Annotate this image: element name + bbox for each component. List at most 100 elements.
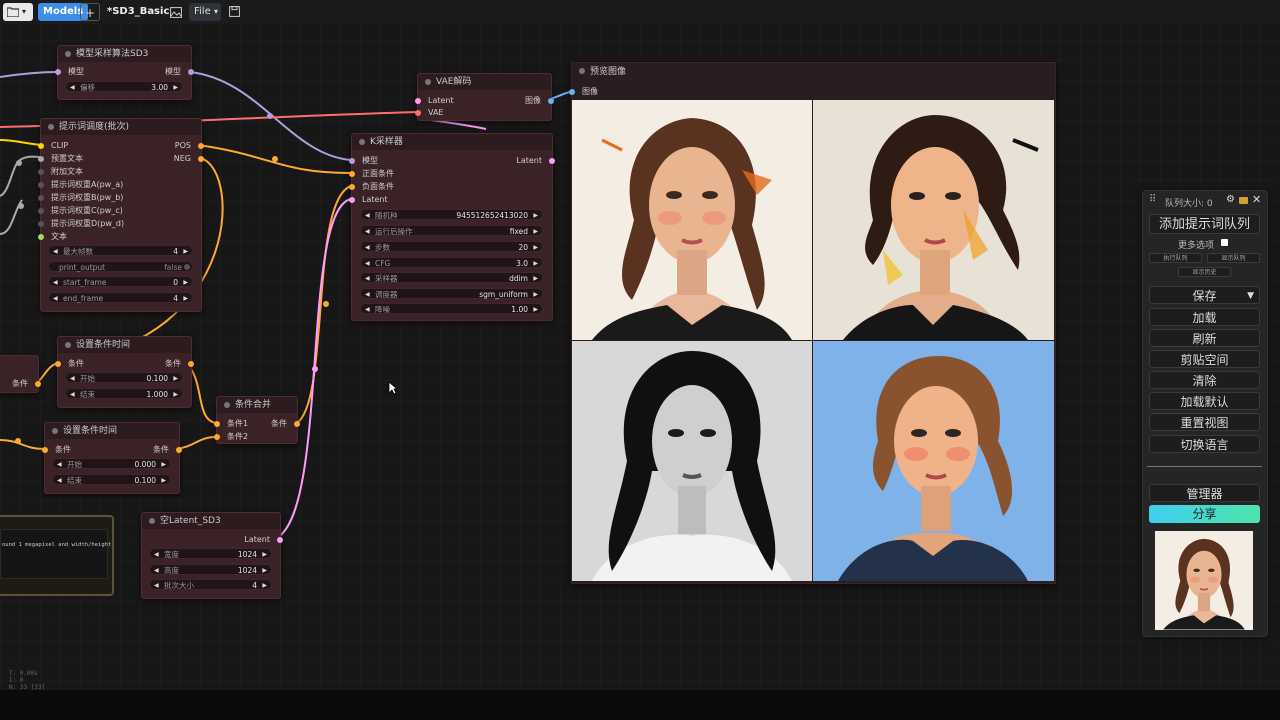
- input-pw-a[interactable]: 提示词权重A(pw_a): [38, 179, 123, 191]
- load-default-button[interactable]: 加载默认: [1149, 392, 1260, 410]
- decrement-arrow-icon[interactable]: ◀: [154, 549, 159, 560]
- batch-size-widget[interactable]: ◀ 批次大小 4 ▶: [149, 579, 272, 590]
- increment-arrow-icon[interactable]: ▶: [173, 389, 178, 400]
- denoise-widget[interactable]: ◀ 降噪 1.00 ▶: [360, 303, 543, 314]
- decrement-arrow-icon[interactable]: ◀: [365, 304, 370, 315]
- chevron-down-icon[interactable]: ▼: [1247, 287, 1254, 305]
- empty-latent-sd3-node[interactable]: 空Latent_SD3 Latent ◀ 宽度 1024 ▶ ◀ 高度 1024 ▶ ◀ 批次…: [141, 512, 283, 599]
- input-clip[interactable]: CLIP: [38, 140, 68, 152]
- output-image[interactable]: 图像: [525, 95, 554, 107]
- node-title[interactable]: 预览图像: [572, 63, 1055, 81]
- output-pos[interactable]: POS: [175, 140, 204, 152]
- output-conditioning[interactable]: 条件: [153, 444, 182, 456]
- end-widget[interactable]: ◀ 结束 1.000 ▶: [65, 388, 183, 399]
- reset-view-button[interactable]: 重置视图: [1149, 413, 1260, 431]
- input-conditioning[interactable]: 条件: [55, 358, 84, 370]
- node-title[interactable]: 提示词调度(批次): [41, 119, 201, 135]
- input-positive[interactable]: 正面条件: [349, 168, 394, 180]
- decrement-arrow-icon[interactable]: ◀: [70, 389, 75, 400]
- node-title[interactable]: VAE解码: [418, 74, 551, 90]
- input-image[interactable]: 图像: [569, 86, 598, 98]
- save-icon[interactable]: [227, 3, 243, 21]
- node-title[interactable]: K采样器: [352, 134, 552, 150]
- steps-widget[interactable]: ◀ 步数 20 ▶: [360, 241, 543, 252]
- increment-arrow-icon[interactable]: ▶: [533, 210, 538, 221]
- input-text[interactable]: 文本: [38, 231, 67, 243]
- gear-icon[interactable]: ⚙: [1226, 194, 1235, 205]
- decrement-arrow-icon[interactable]: ◀: [365, 210, 370, 221]
- node-title[interactable]: 空Latent_SD3: [142, 513, 280, 529]
- decrement-arrow-icon[interactable]: ◀: [365, 258, 370, 269]
- increment-arrow-icon[interactable]: ▶: [533, 242, 538, 253]
- increment-arrow-icon[interactable]: ▶: [262, 580, 267, 591]
- preview-image-1[interactable]: [572, 100, 812, 340]
- increment-arrow-icon[interactable]: ▶: [533, 226, 538, 237]
- node-title[interactable]: 条件合并: [217, 397, 297, 413]
- latest-preview-thumbnail[interactable]: [1155, 531, 1253, 630]
- input-negative[interactable]: 负面条件: [349, 181, 394, 193]
- model-sampling-sd3-node[interactable]: 模型采样算法SD3 模型 模型 ◀ 偏移 3.00 ▶: [55, 45, 194, 100]
- node-title[interactable]: 模型采样算法SD3: [58, 46, 191, 62]
- decrement-arrow-icon[interactable]: ◀: [53, 246, 58, 257]
- print-output-toggle[interactable]: print_output false: [48, 261, 193, 272]
- output-conditioning[interactable]: 条件: [165, 358, 194, 370]
- queue-menu-panel[interactable]: ⠿ 队列大小: 0 ⚙ ✕ 添加提示词队列 更多选项 执行队列 显示队列 显示历…: [1142, 190, 1268, 637]
- increment-arrow-icon[interactable]: ▶: [183, 277, 188, 288]
- input-conditioning-1[interactable]: 条件1: [214, 418, 248, 430]
- drag-handle-icon[interactable]: ⠿: [1149, 194, 1156, 205]
- decrement-arrow-icon[interactable]: ◀: [365, 289, 370, 300]
- share-button[interactable]: 分享: [1149, 505, 1260, 523]
- increment-arrow-icon[interactable]: ▶: [161, 459, 166, 470]
- execute-queue-button[interactable]: 执行队列: [1149, 253, 1202, 263]
- increment-arrow-icon[interactable]: ▶: [533, 289, 538, 300]
- show-history-button[interactable]: 显示历史: [1178, 267, 1231, 277]
- output-conditioning[interactable]: 条件: [271, 418, 300, 430]
- save-button[interactable]: 保存 ▼: [1149, 286, 1260, 304]
- partial-node-left[interactable]: 条件: [0, 355, 41, 393]
- input-latent[interactable]: Latent: [415, 95, 454, 107]
- manager-button[interactable]: 管理器: [1149, 484, 1260, 502]
- input-app-text[interactable]: 附加文本: [38, 166, 83, 178]
- file-menu-button[interactable]: File ▾: [189, 3, 221, 21]
- decrement-arrow-icon[interactable]: ◀: [154, 580, 159, 591]
- input-conditioning-2[interactable]: 条件2: [214, 431, 248, 443]
- add-prompt-queue-button[interactable]: 添加提示词队列: [1149, 214, 1260, 234]
- decrement-arrow-icon[interactable]: ◀: [53, 277, 58, 288]
- end-widget[interactable]: ◀ 结束 0.100 ▶: [52, 474, 171, 485]
- input-conditioning[interactable]: 条件: [42, 444, 71, 456]
- image-icon[interactable]: [168, 3, 184, 21]
- control-after-generate-widget[interactable]: ◀ 运行后操作 fixed ▶: [360, 225, 543, 236]
- decrement-arrow-icon[interactable]: ◀: [154, 565, 159, 576]
- vae-decode-node[interactable]: VAE解码 Latent VAE 图像: [415, 73, 554, 121]
- text-area-node[interactable]: ound 1 megapixel and width/height: [0, 515, 114, 596]
- clear-button[interactable]: 清除: [1149, 371, 1260, 389]
- node-title[interactable]: 设置条件时间: [58, 337, 191, 353]
- show-queue-button[interactable]: 显示队列: [1207, 253, 1260, 263]
- decrement-arrow-icon[interactable]: ◀: [57, 475, 62, 486]
- conditioning-combine-node[interactable]: 条件合并 条件1 条件2 条件: [214, 396, 300, 444]
- image-gallery-icon[interactable]: [1239, 197, 1248, 204]
- output-latent[interactable]: Latent: [516, 155, 555, 167]
- increment-arrow-icon[interactable]: ▶: [173, 82, 178, 93]
- text-area[interactable]: ound 1 megapixel and width/height: [0, 529, 111, 579]
- input-model[interactable]: 模型: [349, 155, 378, 167]
- end-frame-widget[interactable]: ◀ end_frame 4 ▶: [48, 292, 193, 303]
- node-title[interactable]: 设置条件时间: [45, 423, 179, 439]
- decrement-arrow-icon[interactable]: ◀: [365, 226, 370, 237]
- ksampler-node[interactable]: K采样器 模型 正面条件 负面条件 Latent Latent ◀ 随机种 9455…: [349, 133, 555, 321]
- preview-image-node[interactable]: 预览图像 图像: [569, 62, 1056, 584]
- increment-arrow-icon[interactable]: ▶: [183, 293, 188, 304]
- increment-arrow-icon[interactable]: ▶: [183, 246, 188, 257]
- increment-arrow-icon[interactable]: ▶: [533, 273, 538, 284]
- decrement-arrow-icon[interactable]: ◀: [53, 293, 58, 304]
- prompt-schedule-batch-node[interactable]: 提示词调度(批次) CLIP 预置文本 附加文本 提示词权重A(pw_a) 提示…: [38, 118, 204, 312]
- input-model[interactable]: 模型: [55, 66, 84, 78]
- width-widget[interactable]: ◀ 宽度 1024 ▶: [149, 548, 272, 559]
- seed-widget[interactable]: ◀ 随机种 945512652413020 ▶: [360, 209, 543, 220]
- increment-arrow-icon[interactable]: ▶: [533, 304, 538, 315]
- decrement-arrow-icon[interactable]: ◀: [365, 273, 370, 284]
- start-frame-widget[interactable]: ◀ start_frame 0 ▶: [48, 276, 193, 287]
- input-pw-d[interactable]: 提示词权重D(pw_d): [38, 218, 124, 230]
- conditioning-set-timestep-node-1[interactable]: 设置条件时间 条件 条件 ◀ 开始 0.100 ▶ ◀ 结束 1.000 ▶: [55, 336, 194, 408]
- workflow-folder-button[interactable]: ▾: [3, 3, 33, 21]
